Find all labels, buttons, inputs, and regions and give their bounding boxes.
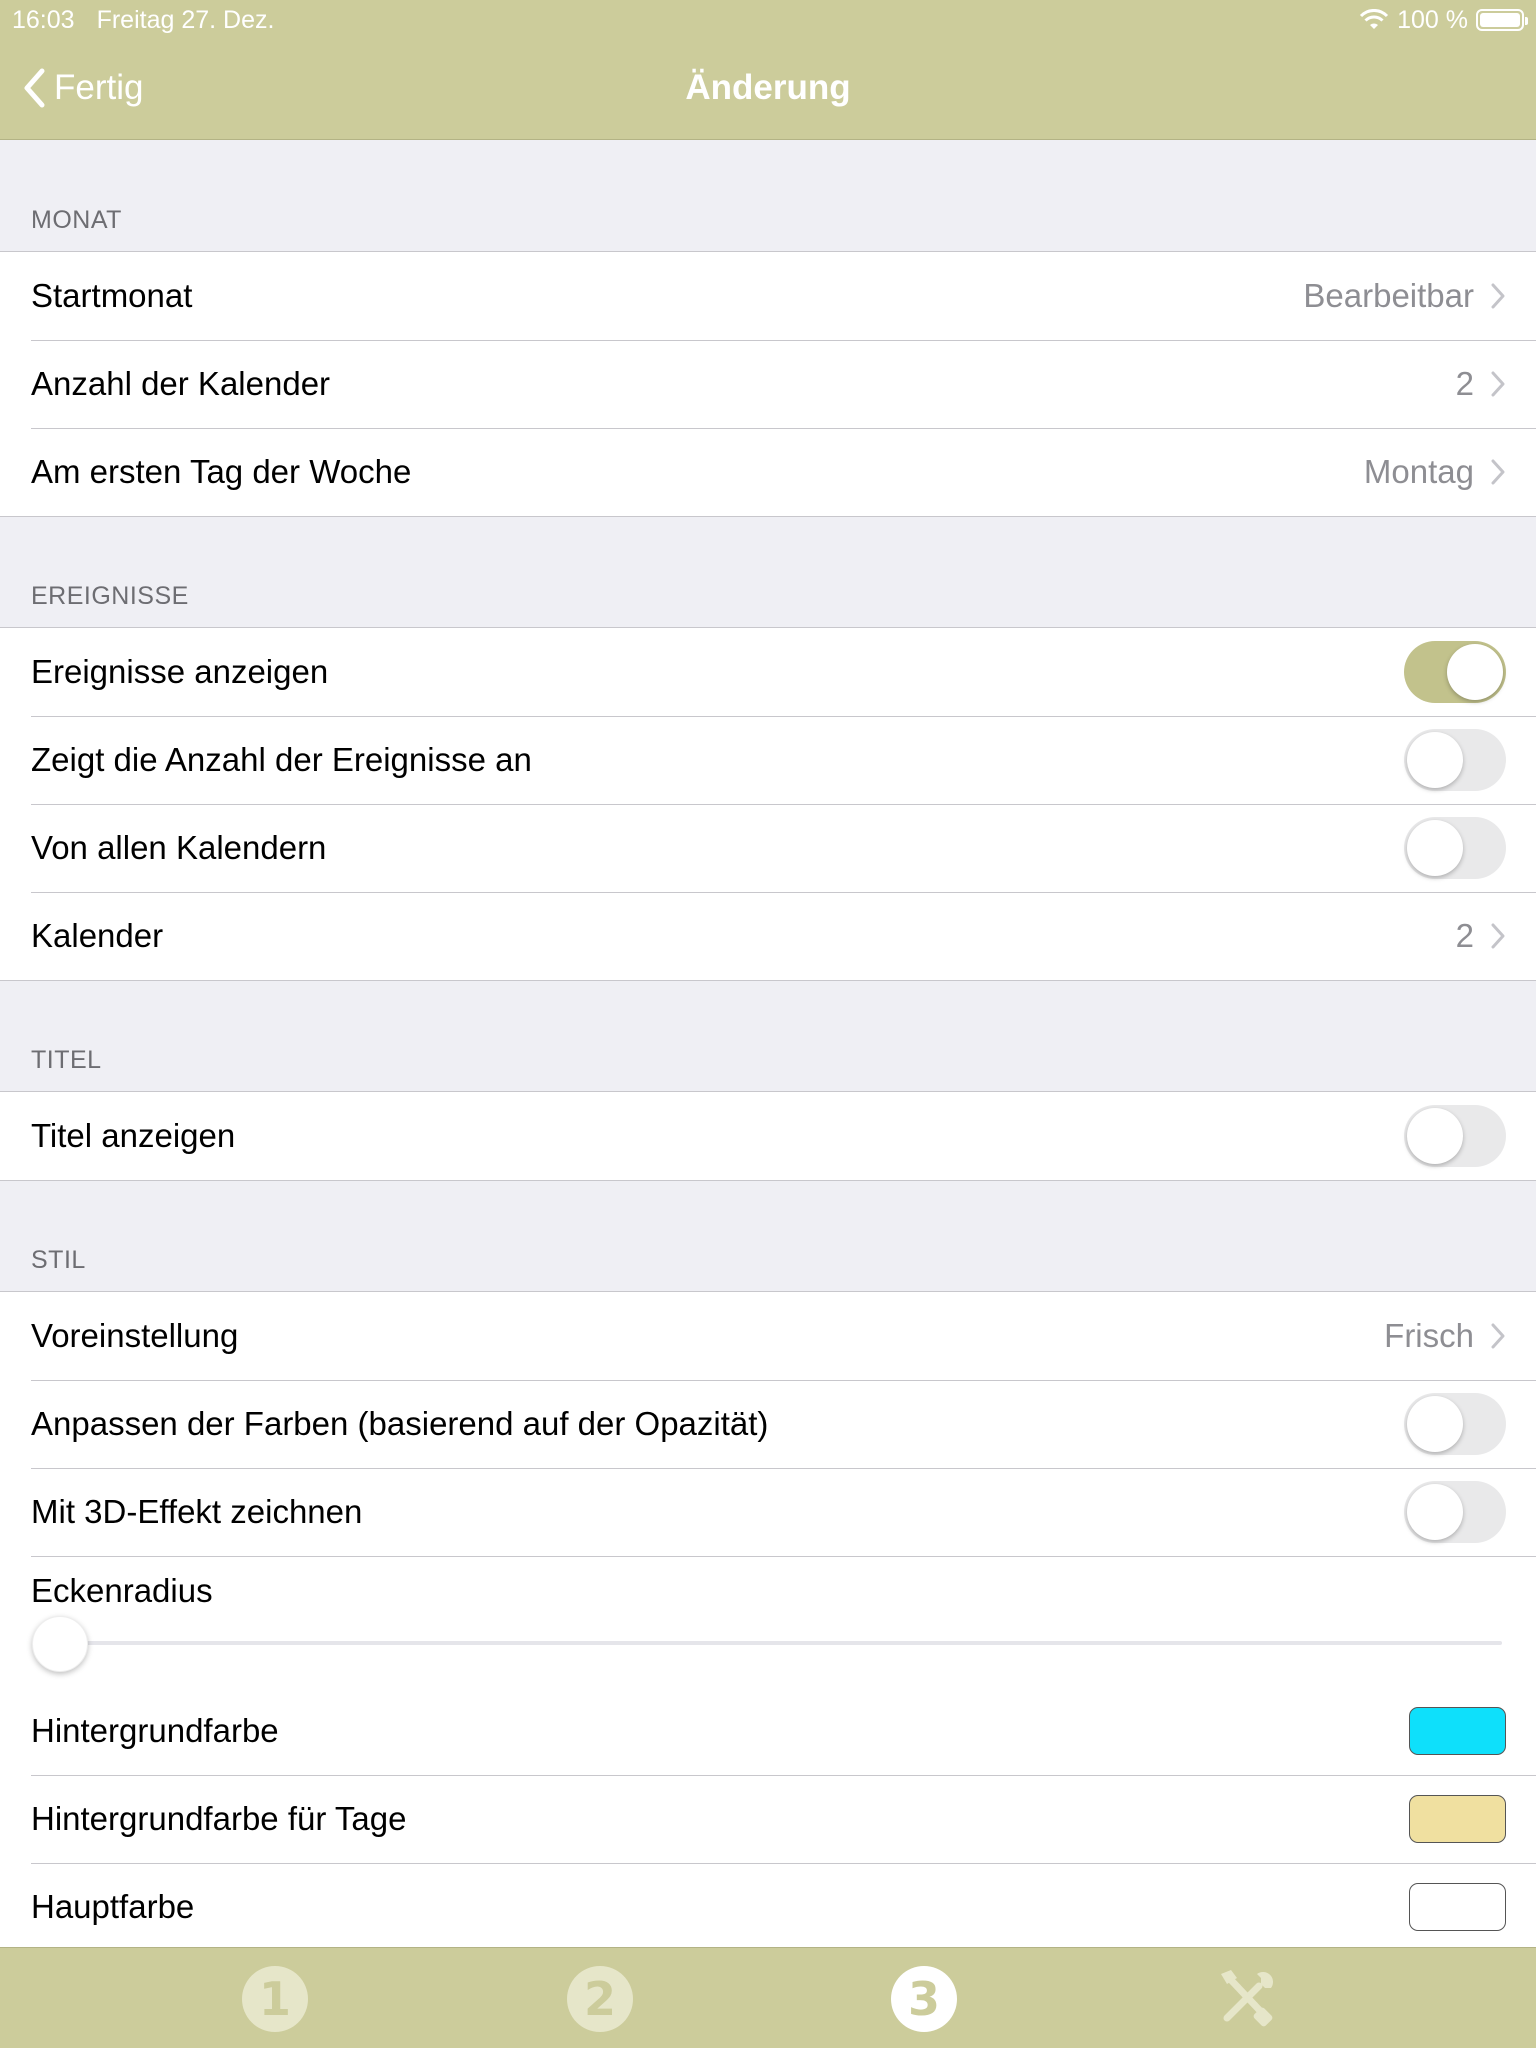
alle-kalender-toggle[interactable]: [1404, 817, 1506, 879]
row-label: Kalender: [31, 917, 164, 954]
row-label: Am ersten Tag der Woche: [31, 453, 412, 490]
hintergrundfarbe-tage-swatch[interactable]: [1409, 1795, 1506, 1843]
row-erster-tag[interactable]: Am ersten Tag der Woche Montag: [0, 428, 1536, 516]
hintergrundfarbe-swatch[interactable]: [1409, 1707, 1506, 1755]
row-startmonat[interactable]: Startmonat Bearbeitbar: [0, 252, 1536, 340]
row-voreinstellung[interactable]: Voreinstellung Frisch: [0, 1292, 1536, 1380]
battery-icon: [1476, 9, 1528, 31]
status-right: 100 %: [1359, 5, 1528, 35]
row-label: Anzahl der Kalender: [31, 365, 331, 402]
page-title: Änderung: [685, 68, 851, 107]
row-label: Ereignisse anzeigen: [31, 653, 329, 690]
row-value: 2: [1455, 365, 1474, 402]
row-ereignisse-anzeigen: Ereignisse anzeigen: [0, 628, 1536, 716]
chevron-right-icon: [1491, 371, 1505, 397]
row-anzahl-kalender[interactable]: Anzahl der Kalender 2: [0, 340, 1536, 428]
row-3d-effekt: Mit 3D-Effekt zeichnen: [0, 1468, 1536, 1556]
chevron-right-icon: [1491, 459, 1505, 485]
toggle-knob: [1407, 1108, 1463, 1164]
group-ereignisse: Ereignisse anzeigen Zeigt die Anzahl der…: [0, 627, 1536, 981]
toggle-knob: [1447, 644, 1503, 700]
row-hintergrundfarbe-tage: Hintergrundfarbe für Tage: [0, 1775, 1536, 1863]
circle-3-icon: 3: [891, 1966, 957, 2032]
toggle-knob: [1407, 1396, 1463, 1452]
tools-icon: [1221, 1970, 1273, 2027]
status-date: Freitag 27. Dez.: [96, 5, 275, 34]
row-label: Mit 3D-Effekt zeichnen: [31, 1493, 363, 1530]
row-value: 2: [1455, 917, 1474, 954]
group-monat: Startmonat Bearbeitbar Anzahl der Kalend…: [0, 251, 1536, 517]
row-titel-anzeigen: Titel anzeigen: [0, 1092, 1536, 1180]
row-label: Voreinstellung: [31, 1317, 239, 1354]
ereignisse-anzeigen-toggle[interactable]: [1404, 641, 1506, 703]
wifi-icon: [1360, 9, 1389, 29]
row-anzahl-ereignisse: Zeigt die Anzahl der Ereignisse an: [0, 716, 1536, 804]
row-hintergrundfarbe: Hintergrundfarbe: [0, 1687, 1536, 1775]
tab-2[interactable]: 2: [567, 1966, 633, 2032]
tab-tools[interactable]: [1213, 1966, 1279, 2032]
row-eckenradius: Eckenradius: [0, 1556, 1536, 1687]
group-stil: Voreinstellung Frisch Anpassen der Farbe…: [0, 1291, 1536, 1952]
chevron-right-icon: [1491, 283, 1505, 309]
row-hauptfarbe: Hauptfarbe: [0, 1863, 1536, 1951]
row-label: Von allen Kalendern: [31, 829, 327, 866]
row-kalender[interactable]: Kalender 2: [0, 892, 1536, 980]
row-value: Frisch: [1384, 1317, 1474, 1354]
circle-1-icon: 1: [242, 1966, 308, 2032]
toggle-knob: [1407, 820, 1463, 876]
circle-2-icon: 2: [567, 1966, 633, 2032]
section-header-ereignisse: EREIGNISSE: [31, 582, 189, 610]
toggle-knob: [1407, 1484, 1463, 1540]
eckenradius-slider-track[interactable]: [42, 1641, 1502, 1645]
row-label: Hintergrundfarbe: [31, 1712, 279, 1749]
chevron-right-icon: [1491, 1323, 1505, 1349]
titel-anzeigen-toggle[interactable]: [1404, 1105, 1506, 1167]
farben-anpassen-toggle[interactable]: [1404, 1393, 1506, 1455]
hauptfarbe-swatch[interactable]: [1409, 1883, 1506, 1931]
group-titel: Titel anzeigen: [0, 1091, 1536, 1181]
chevron-right-icon: [1491, 923, 1505, 949]
toggle-knob: [1407, 732, 1463, 788]
row-label: Anpassen der Farben (basierend auf der O…: [31, 1405, 769, 1442]
navigation-bar: Fertig Änderung: [0, 40, 1536, 140]
section-header-monat: MONAT: [31, 206, 122, 234]
tab-bar: 1 2 3: [0, 1947, 1536, 2048]
3d-effekt-toggle[interactable]: [1404, 1481, 1506, 1543]
section-header-titel: TITEL: [31, 1046, 102, 1074]
status-bar: 16:03 Freitag 27. Dez. 100 %: [0, 0, 1536, 40]
row-alle-kalender: Von allen Kalendern: [0, 804, 1536, 892]
row-value: Bearbeitbar: [1303, 277, 1474, 314]
row-label: Hauptfarbe: [31, 1888, 195, 1925]
settings-list: MONAT Startmonat Bearbeitbar Anzahl der …: [0, 141, 1536, 1952]
status-time: 16:03: [12, 5, 75, 34]
row-label: Hintergrundfarbe für Tage: [31, 1800, 407, 1837]
tab-3[interactable]: 3: [891, 1966, 957, 2032]
anzahl-ereignisse-toggle[interactable]: [1404, 729, 1506, 791]
battery-percent: 100 %: [1397, 5, 1468, 34]
tab-1[interactable]: 1: [242, 1966, 308, 2032]
row-label: Startmonat: [31, 277, 193, 314]
row-label: Eckenradius: [31, 1572, 213, 1609]
eckenradius-slider-thumb[interactable]: [32, 1616, 88, 1672]
section-header-stil: STIL: [31, 1246, 86, 1274]
row-farben-anpassen: Anpassen der Farben (basierend auf der O…: [0, 1380, 1536, 1468]
row-label: Zeigt die Anzahl der Ereignisse an: [31, 741, 532, 778]
row-value: Montag: [1363, 453, 1474, 490]
row-label: Titel anzeigen: [31, 1117, 236, 1154]
